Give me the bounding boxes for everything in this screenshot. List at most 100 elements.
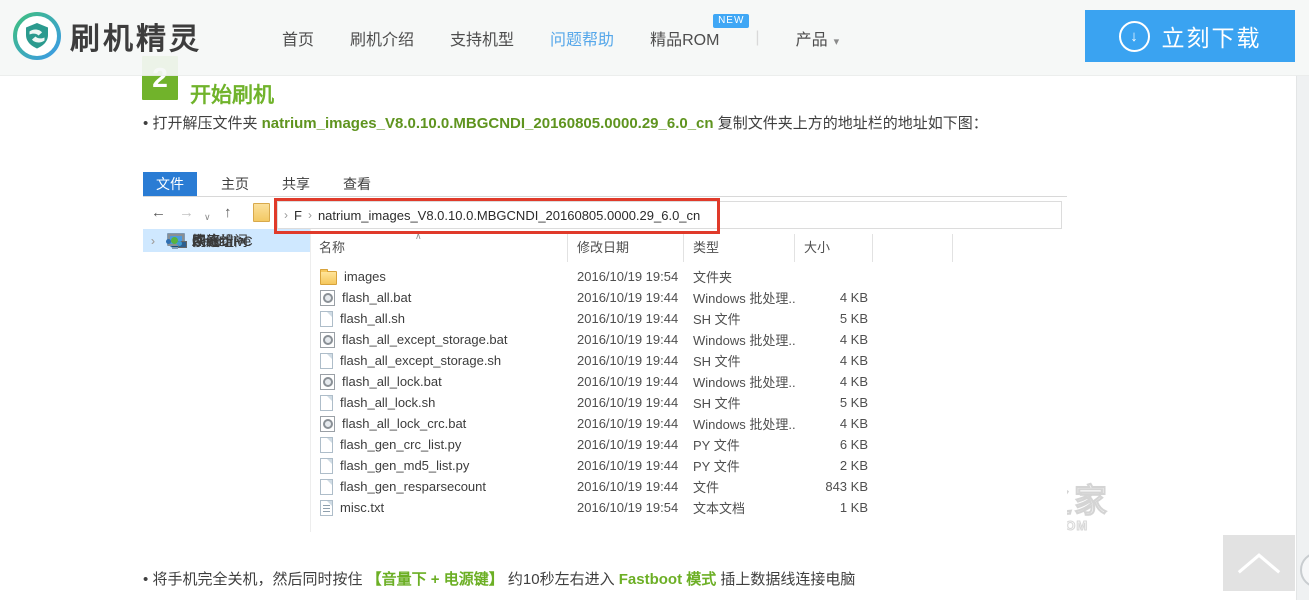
explorer-sidebar: › 快速访问 › OneDrive › Aaron PC › 网络	[143, 229, 311, 532]
file-name: flash_all_except_storage.bat	[342, 332, 508, 347]
top-navbar: 刷机精灵 首页▾ 刷机介绍▾ 支持机型▾ 问题帮助▾ 精品ROMNEW▾ |▾ …	[0, 0, 1309, 76]
download-label: 立刻下载	[1162, 19, 1262, 53]
back-arrow-icon[interactable]: ←	[151, 202, 166, 224]
file-type: Windows 批处理...	[684, 372, 795, 391]
file-size: 1 KB	[795, 500, 873, 515]
sidebar-item[interactable]: › 家庭组	[143, 229, 310, 252]
nav-link[interactable]: 首页▾	[282, 26, 314, 50]
bullet-marker: •	[143, 115, 148, 132]
file-size: 5 KB	[795, 311, 873, 326]
brand-name: 刷机精灵	[70, 14, 202, 58]
file-list-header: 名称 修改日期 类型 大小	[310, 234, 1067, 262]
expand-chevron-icon[interactable]: ›	[151, 234, 163, 248]
download-button[interactable]: ↓ 立刻下载	[1085, 10, 1295, 62]
key-combo-text: 【音量下 + 电源键】	[367, 571, 504, 588]
nav-link-label: 精品ROM	[650, 32, 719, 49]
new-badge: NEW	[713, 14, 749, 28]
step-title: 开始刷机	[190, 79, 274, 109]
ribbon-tab[interactable]: 共享	[273, 172, 319, 196]
file-size: 4 KB	[795, 374, 873, 389]
file-date: 2016/10/19 19:54	[568, 269, 684, 284]
brand-logo[interactable]: 刷机精灵	[12, 11, 202, 61]
nav-link-label: 产品	[796, 32, 828, 49]
file-type: 文件	[684, 477, 795, 496]
file-icon	[320, 479, 333, 495]
nav-link[interactable]: 支持机型▾	[450, 26, 514, 50]
forward-arrow-icon[interactable]: →	[179, 202, 194, 224]
column-header[interactable]: 修改日期	[568, 234, 684, 262]
nav-link-label: 首页	[282, 32, 314, 49]
nav-link: |▾	[755, 29, 759, 47]
column-header[interactable]: 类型	[684, 234, 795, 262]
column-header[interactable]: 大小	[795, 234, 873, 262]
file-name: images	[344, 269, 386, 284]
file-date: 2016/10/19 19:44	[568, 437, 684, 452]
file-name: flash_all_lock_crc.bat	[342, 416, 466, 431]
page-scrollbar[interactable]	[1296, 75, 1309, 600]
file-type: 文件夹	[684, 267, 795, 286]
table-row[interactable]: flash_gen_md5_list.py 2016/10/19 19:44 P…	[310, 455, 1067, 476]
instruction-text: 约10秒左右进入	[504, 571, 619, 588]
explorer-ribbon-tabs: 文件 主页 共享 查看	[143, 172, 380, 196]
file-size: 6 KB	[795, 437, 873, 452]
file-size: 5 KB	[795, 395, 873, 410]
download-arrow-icon: ↓	[1130, 28, 1138, 45]
table-row[interactable]: flash_all_except_storage.bat 2016/10/19 …	[310, 329, 1067, 350]
file-type: Windows 批处理...	[684, 414, 795, 433]
table-row[interactable]: flash_all.bat 2016/10/19 19:44 Windows 批…	[310, 287, 1067, 308]
file-size: 4 KB	[795, 353, 873, 368]
address-bar[interactable]: › F › natrium_images_V8.0.10.0.MBGCNDI_2…	[277, 201, 1062, 229]
column-header[interactable]	[953, 234, 1067, 262]
column-header[interactable]	[873, 234, 953, 262]
ribbon-tab[interactable]: 文件	[143, 172, 197, 196]
column-header-label: 名称	[319, 240, 345, 255]
table-row[interactable]: flash_all_lock.bat 2016/10/19 19:44 Wind…	[310, 371, 1067, 392]
nav-link[interactable]: 产品 ▾	[796, 26, 840, 50]
table-row[interactable]: misc.txt 2016/10/19 19:54 文本文档 1 KB	[310, 497, 1067, 518]
ribbon-tab[interactable]: 主页	[212, 172, 258, 196]
chevron-up-icon	[1231, 546, 1287, 580]
ribbon-tab[interactable]: 查看	[334, 172, 380, 196]
up-arrow-icon[interactable]: ↑	[224, 202, 232, 224]
nav-link[interactable]: 刷机介绍▾	[350, 26, 414, 50]
history-dropdown-icon[interactable]: ∨	[204, 206, 211, 228]
file-icon	[320, 353, 333, 369]
file-name: flash_all_except_storage.sh	[340, 353, 501, 368]
breadcrumb-folder[interactable]: natrium_images_V8.0.10.0.MBGCNDI_2016080…	[318, 208, 700, 223]
file-list: images 2016/10/19 19:54 文件夹 flash_all.ba…	[310, 266, 1067, 518]
table-row[interactable]: flash_all_except_storage.sh 2016/10/19 1…	[310, 350, 1067, 371]
file-size: 4 KB	[795, 332, 873, 347]
table-row[interactable]: flash_gen_resparsecount 2016/10/19 19:44…	[310, 476, 1067, 497]
file-icon	[320, 437, 333, 453]
text-file-icon	[320, 500, 333, 516]
breadcrumb-drive[interactable]: F	[294, 208, 302, 223]
column-header-label: 大小	[804, 240, 830, 255]
table-row[interactable]: flash_gen_crc_list.py 2016/10/19 19:44 P…	[310, 434, 1067, 455]
bat-file-icon	[320, 332, 335, 348]
file-size: 2 KB	[795, 458, 873, 473]
file-type: SH 文件	[684, 309, 795, 328]
shield-logo-icon	[12, 11, 62, 61]
nav-link[interactable]: 问题帮助▾	[550, 26, 614, 50]
chevron-down-icon: ▾	[834, 36, 840, 48]
table-row[interactable]: images 2016/10/19 19:54 文件夹	[310, 266, 1067, 287]
table-row[interactable]: flash_all.sh 2016/10/19 19:44 SH 文件 5 KB	[310, 308, 1067, 329]
bullet-marker: •	[143, 571, 148, 588]
back-to-top-button[interactable]	[1223, 535, 1295, 591]
table-row[interactable]: flash_all_lock_crc.bat 2016/10/19 19:44 …	[310, 413, 1067, 434]
file-name: flash_all_lock.bat	[342, 374, 442, 389]
nav-link[interactable]: 精品ROMNEW▾	[650, 26, 719, 50]
file-size: 4 KB	[795, 290, 873, 305]
instruction-text: 将手机完全关机，然后同时按住	[152, 571, 366, 588]
file-name: flash_gen_resparsecount	[340, 479, 486, 494]
column-header[interactable]: 名称	[310, 234, 568, 262]
nav-link-label: 支持机型	[450, 32, 514, 49]
file-name: misc.txt	[340, 500, 384, 515]
instruction-text: 插上数据线连接电脑	[716, 571, 855, 588]
file-date: 2016/10/19 19:44	[568, 311, 684, 326]
file-name: flash_all_lock.sh	[340, 395, 435, 410]
instruction-line-1: • 打开解压文件夹 natrium_images_V8.0.10.0.MBGCN…	[143, 112, 988, 133]
main-nav: 首页▾ 刷机介绍▾ 支持机型▾ 问题帮助▾ 精品ROMNEW▾ |▾ 产品 ▾	[282, 0, 839, 75]
table-row[interactable]: flash_all_lock.sh 2016/10/19 19:44 SH 文件…	[310, 392, 1067, 413]
instruction-text: 复制文件夹上方的地址栏的地址如下图：	[714, 115, 988, 132]
